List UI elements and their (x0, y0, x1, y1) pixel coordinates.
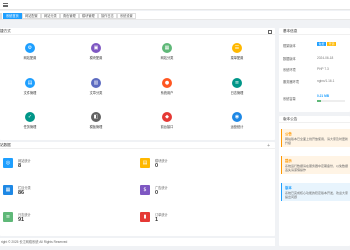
stats-title: 站数据 (0, 142, 275, 149)
info-label-env: 系统环境 (283, 68, 296, 72)
info-version-badges: 免费 开源 (317, 42, 337, 46)
stat-category-count: ▦ 栏目分类 86 (3, 183, 123, 203)
notices-title: 版本公告 (279, 116, 350, 123)
shortcut-log-manage[interactable]: ≡ 日志管理 (227, 78, 247, 95)
user-icon: ● (162, 78, 172, 88)
template-icon: ◧ (91, 112, 101, 122)
stat-module-count: ▤ 模块统计 0 (140, 156, 260, 176)
folder-icon: ▤ (25, 78, 35, 88)
stat-ad-count: $ 广告统计 0 (140, 183, 260, 203)
shortcut-system-user[interactable]: ● 系统用户 (157, 78, 177, 95)
globe-icon: ◎ (3, 158, 13, 168)
tab-module[interactable]: 模块管理 (79, 13, 98, 19)
stat-order-count: ▮ 订单统计 1 (140, 210, 260, 230)
footer-copyright: right © 2025 长江网络系统 All Rights Reserved (0, 238, 275, 246)
tabs-bar: 系统首页 网站配置 网站分类 角色管理 模块管理 操作日志 系统设置 (0, 11, 350, 20)
doc-icon: ▥ (91, 78, 101, 88)
module-icon: ▤ (140, 158, 150, 168)
notice-item[interactable]: 公告 网站版本已全面上线开放使用，请大家及时更新升级 (281, 129, 350, 147)
info-label-server: 服务器环境 (283, 80, 299, 84)
info-label-data-version: 数据版本 (283, 57, 296, 61)
shortcut-menu-config[interactable]: ☰ 菜单配置 (227, 43, 247, 60)
tab-site-category[interactable]: 网站分类 (41, 13, 60, 19)
grid-icon: ▦ (162, 43, 172, 53)
tabs-scroll-left[interactable] (0, 13, 2, 19)
stats-card: 站数据 + ◎ 网站统计 8 ▤ 模块统计 0 ▦ 栏目分类 86 $ 广告统计… (0, 142, 275, 236)
info-capacity: 0.21 MB (317, 94, 330, 98)
chart-icon: ◉ (232, 112, 242, 122)
shortcut-operation-stats[interactable]: ◉ 运营统计 (227, 112, 247, 129)
tab-settings[interactable]: 系统设置 (117, 13, 136, 19)
menu-toggle-icon[interactable] (3, 3, 8, 8)
shortcut-template-manage[interactable]: ◧ 模板管理 (86, 112, 106, 129)
ad-icon: $ (140, 185, 150, 195)
order-icon: ▮ (140, 212, 150, 222)
info-label-capacity: 系统容量 (283, 97, 296, 101)
info-env: PHP 7.3 (317, 67, 329, 71)
shortcuts-title: 捷方式 (0, 28, 275, 35)
task-icon: ✓ (25, 112, 35, 122)
notices-card: 版本公告 公告 网站版本已全面上线开放使用，请大家及时更新升级 提示 系统运行数… (279, 116, 350, 246)
shortcut-file-manage[interactable]: ▤ 文件管理 (20, 78, 40, 95)
menu-icon: ☰ (232, 43, 242, 53)
shortcut-module-config[interactable]: ▣ 模块配置 (86, 43, 106, 60)
shortcut-site-config[interactable]: ⚙ 网站配置 (20, 43, 40, 60)
cube-icon: ▣ (91, 43, 101, 53)
top-bar (0, 0, 350, 10)
info-data-version: 2024-06-18 (317, 56, 334, 60)
stat-log-count: ≡ 日志统计 91 (3, 210, 123, 230)
shortcut-frontend-api[interactable]: ◆ 前台接口 (157, 112, 177, 129)
capacity-progress-fill (317, 100, 322, 102)
shortcut-site-category[interactable]: ▦ 网站分类 (157, 43, 177, 60)
expand-icon[interactable] (268, 30, 272, 34)
tab-home[interactable]: 系统首页 (3, 13, 22, 19)
info-label-version: 框架版本 (283, 44, 296, 48)
add-icon[interactable]: + (267, 143, 270, 149)
gear-icon: ⚙ (25, 43, 35, 53)
shortcuts-card: 捷方式 ⚙ 网站配置 ▣ 模块配置 ▦ 网站分类 ☰ 菜单配置 ▤ 文件管理 ▥… (0, 28, 275, 140)
tab-logs[interactable]: 操作日志 (98, 13, 117, 19)
log-icon: ≡ (232, 78, 242, 88)
capacity-progress (317, 100, 345, 102)
badge-open: 开源 (327, 42, 337, 46)
log-stat-icon: ≡ (3, 212, 13, 222)
shortcut-task-manage[interactable]: ✓ 任务管理 (20, 112, 40, 129)
system-info-title: 基本信息 (279, 28, 350, 35)
api-icon: ◆ (162, 112, 172, 122)
info-server: nginx/1.16.1 (317, 79, 335, 83)
category-icon: ▦ (3, 185, 13, 195)
tab-site-config[interactable]: 网站配置 (22, 13, 41, 19)
stat-site-count: ◎ 网站统计 8 (3, 156, 123, 176)
notice-item[interactable]: 版本 系统已完成核心功能的稳定版本开发，欢迎大家提出问题 (281, 183, 350, 201)
badge-free: 免费 (317, 42, 327, 46)
tab-role[interactable]: 角色管理 (60, 13, 79, 19)
notice-item[interactable]: 提示 系统运行数据请在服务器中定期备份，以免数据丢失请谨慎操作 (281, 156, 350, 174)
shortcut-article-category[interactable]: ▥ 文章分类 (86, 78, 106, 95)
system-info-card: 基本信息 框架版本 免费 开源 数据版本 2024-06-18 系统环境 PHP … (279, 28, 350, 112)
